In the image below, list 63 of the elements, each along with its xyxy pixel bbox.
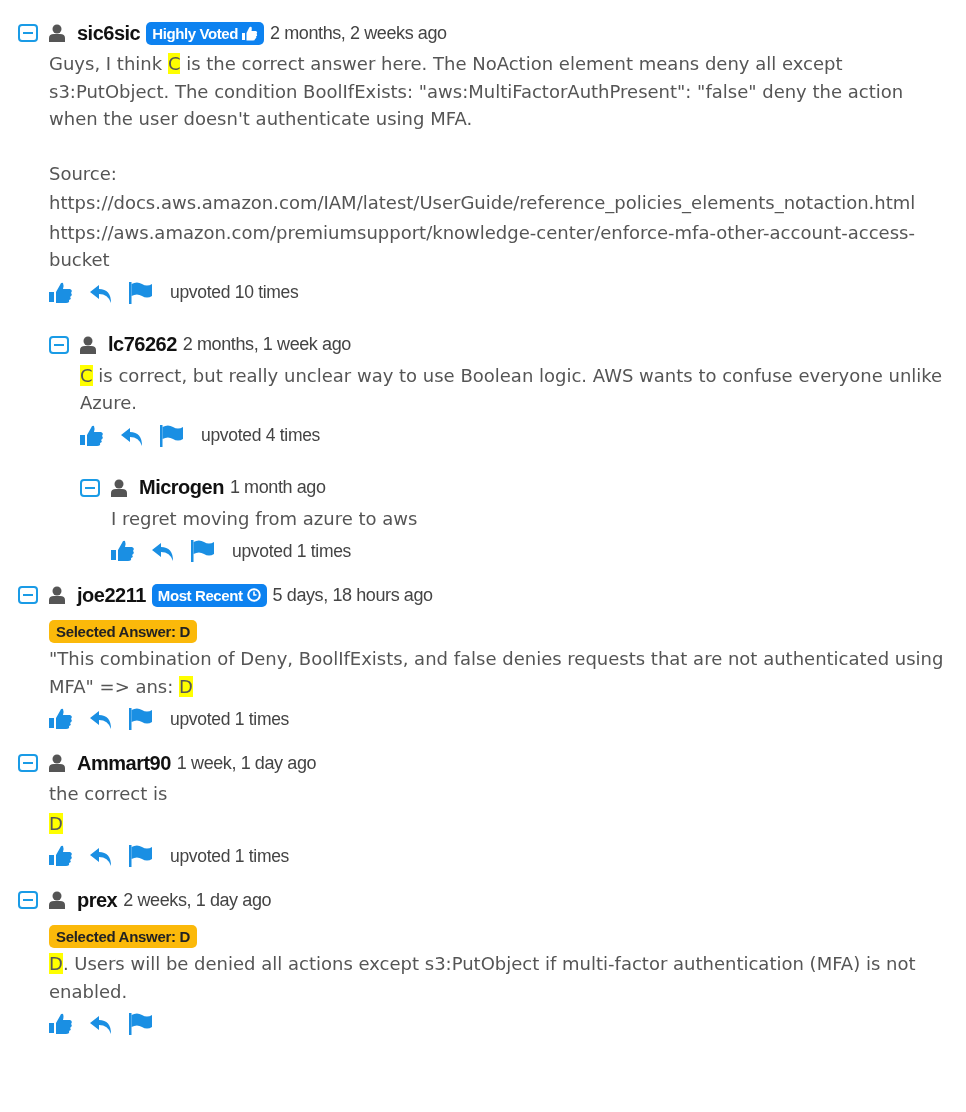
user-icon bbox=[49, 24, 65, 42]
reply-icon[interactable] bbox=[89, 282, 112, 303]
upvote-count: upvoted 1 times bbox=[170, 708, 290, 730]
username[interactable]: sic6sic bbox=[77, 21, 141, 45]
reply-icon[interactable] bbox=[89, 846, 112, 866]
selected-answer-tag: Selected Answer: D bbox=[49, 925, 198, 948]
user-icon bbox=[80, 335, 96, 354]
collapse-icon[interactable] bbox=[49, 335, 69, 354]
comment-time: 1 month ago bbox=[229, 477, 326, 498]
comment-text: "This combination of Deny, BoolIfExists, and false denies requests that are not authenticated using MFA" => ans: D bbox=[49, 647, 945, 699]
upvote-count: upvoted 1 times bbox=[170, 845, 290, 867]
reply-icon[interactable] bbox=[120, 425, 143, 446]
flag-icon[interactable] bbox=[128, 845, 152, 867]
comment-text: D. Users will be denied all actions except s3:PutObject if multi-factor authentication (MFA) is not enabled. bbox=[49, 952, 917, 1004]
thumbs-up-icon[interactable] bbox=[49, 708, 73, 730]
flag-icon[interactable] bbox=[159, 424, 183, 447]
flag-icon[interactable] bbox=[128, 281, 152, 304]
username[interactable]: lc76262 bbox=[108, 333, 177, 356]
collapse-icon[interactable] bbox=[18, 754, 38, 772]
thumbs-up-icon[interactable] bbox=[49, 845, 73, 867]
thumbs-up-icon[interactable] bbox=[49, 1013, 73, 1035]
user-icon bbox=[111, 478, 127, 497]
comment-text: https://aws.amazon.com/premiumsupport/knowledge-center/enforce-mfa-other-account-access-bucket bbox=[49, 220, 916, 272]
flag-icon[interactable] bbox=[128, 708, 152, 730]
reply-icon[interactable] bbox=[89, 709, 112, 729]
reply-icon[interactable] bbox=[151, 541, 174, 561]
comment-time: 2 months, 1 week ago bbox=[182, 334, 351, 355]
username[interactable]: joe2211 bbox=[77, 583, 146, 607]
comment-text: the correct is bbox=[49, 782, 169, 806]
username[interactable]: Ammart90 bbox=[77, 751, 171, 775]
thumbs-up-icon[interactable] bbox=[80, 424, 104, 447]
collapse-icon[interactable] bbox=[18, 891, 38, 909]
comment-time: 2 months, 2 weeks ago bbox=[270, 22, 447, 44]
user-icon bbox=[49, 891, 65, 909]
thumbs-up-icon[interactable] bbox=[49, 281, 73, 304]
badge-label: Most Recent bbox=[151, 583, 267, 607]
username[interactable]: Microgen bbox=[139, 476, 224, 499]
comment-text: C is correct, but really unclear way to use Boolean logic. AWS wants to confuse everyone unlike Azure. bbox=[80, 363, 944, 415]
comment-text: D bbox=[49, 811, 64, 836]
upvote-count: upvoted 10 times bbox=[170, 282, 299, 303]
comment-time: 1 week, 1 day ago bbox=[176, 752, 317, 774]
thumbs-up-icon[interactable] bbox=[111, 540, 135, 562]
user-icon bbox=[49, 754, 65, 772]
comment-text: Source: bbox=[49, 161, 118, 186]
username[interactable]: prex bbox=[77, 888, 118, 912]
selected-answer-tag: Selected Answer: D bbox=[49, 620, 198, 643]
clock-icon bbox=[246, 588, 261, 602]
flag-icon[interactable] bbox=[128, 1013, 152, 1035]
comment-text: https://docs.aws.amazon.com/IAM/latest/UserGuide/reference_policies_elements_notaction.html bbox=[49, 191, 917, 216]
upvote-count: upvoted 4 times bbox=[201, 425, 321, 446]
collapse-icon[interactable] bbox=[18, 586, 38, 604]
comment-text: I regret moving from azure to aws bbox=[111, 506, 419, 531]
collapse-icon[interactable] bbox=[80, 478, 100, 497]
comment-time: 5 days, 18 hours ago bbox=[272, 584, 433, 606]
collapse-icon[interactable] bbox=[18, 24, 38, 42]
user-icon bbox=[49, 586, 65, 604]
reply-icon[interactable] bbox=[89, 1014, 112, 1034]
flag-icon[interactable] bbox=[190, 540, 214, 562]
thumbs-up-icon bbox=[242, 25, 258, 41]
comment-text: Guys, I think C is the correct answer here. The NoAction element means deny all except s3:PutObject. The condition BoolIfExists: "aws:MultiFactorAuthPresent": "false" deny the action when the user doesn't authenticate using MFA. bbox=[49, 52, 905, 131]
comment-time: 2 weeks, 1 day ago bbox=[123, 889, 272, 911]
badge-label: Highly Voted bbox=[146, 21, 264, 45]
upvote-count: upvoted 1 times bbox=[232, 540, 352, 562]
